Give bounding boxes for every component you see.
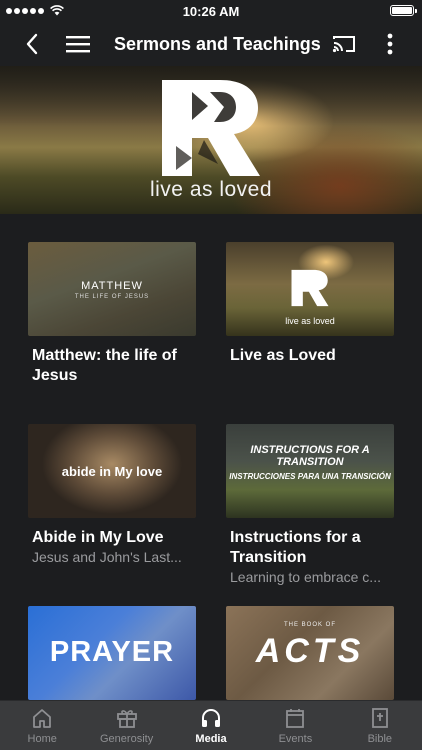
thumbnail-title: INSTRUCTIONS FOR A TRANSITION [250, 444, 370, 468]
sermon-thumbnail: THE BOOK OF ACTS [226, 606, 394, 700]
headphones-icon [202, 709, 221, 727]
tab-label: Bible [367, 733, 393, 745]
tab-label: Generosity [100, 733, 154, 745]
nav-bar: Sermons and Teachings [0, 22, 422, 66]
thumbnail-title: abide in My love [61, 464, 163, 479]
tab-generosity[interactable]: Generosity [84, 701, 168, 750]
sermon-thumbnail: INSTRUCTIONS FOR A TRANSITION INSTRUCCIO… [226, 424, 394, 518]
sermon-card-acts[interactable]: THE BOOK OF ACTS [226, 606, 394, 700]
card-title: Live as Loved [230, 347, 336, 364]
sermon-thumbnail: PRAYER [28, 606, 196, 700]
menu-button[interactable] [58, 22, 98, 66]
cast-button[interactable] [324, 22, 364, 66]
sermon-thumbnail: live as loved [226, 242, 394, 336]
hero-banner[interactable]: live as loved [0, 66, 422, 214]
sermon-card-prayer[interactable]: PRAYER [28, 606, 196, 700]
tab-home[interactable]: Home [0, 701, 84, 750]
tab-label: Events [278, 733, 313, 745]
cast-icon [332, 36, 355, 53]
card-title: Instructions for a Transition [230, 529, 361, 566]
sermon-card-abide[interactable]: abide in My love Abide in My Love Jesus … [28, 424, 196, 566]
card-subtitle: Jesus and John's Last... [32, 549, 182, 565]
chevron-left-icon [26, 33, 38, 55]
tab-events[interactable]: Events [253, 701, 337, 750]
page-title: Sermons and Teachings [114, 34, 321, 54]
thumbnail-subtitle: INSTRUCCIONES PARA UNA TRANSICIÓN [229, 472, 391, 481]
hero-tagline: live as loved [149, 178, 273, 201]
thumbnail-subtitle: THE LIFE OF JESUS [74, 294, 150, 300]
calendar-icon [286, 709, 305, 728]
battery-icon [390, 5, 417, 16]
sermon-card-matthew[interactable]: MATTHEW THE LIFE OF JESUS Matthew: the l… [28, 242, 196, 386]
home-icon [33, 709, 52, 728]
thumbnail-title: MATTHEW [81, 280, 143, 292]
more-vertical-icon [387, 33, 393, 55]
series-logo-icon [291, 269, 329, 307]
card-title: Abide in My Love [32, 529, 164, 546]
tab-media[interactable]: Media [169, 701, 253, 750]
series-logo-icon [162, 80, 260, 176]
tab-label: Home [27, 733, 57, 745]
sermon-card-live-as-loved[interactable]: live as loved Live as Loved [226, 242, 394, 366]
tab-bible[interactable]: Bible [338, 701, 422, 750]
sermon-thumbnail: MATTHEW THE LIFE OF JESUS [28, 242, 196, 336]
tab-label: Media [195, 733, 227, 745]
sermon-card-instructions[interactable]: INSTRUCTIONS FOR A TRANSITION INSTRUCCIO… [226, 424, 394, 586]
more-options-button[interactable] [370, 22, 410, 66]
thumbnail-title: ACTS [255, 632, 365, 670]
sermon-thumbnail: abide in My love [28, 424, 196, 518]
thumbnail-subtitle: THE BOOK OF [283, 622, 336, 628]
status-bar: 10:26 AM [0, 0, 422, 22]
tab-bar: Home Generosity Media Events Bible [0, 700, 422, 750]
thumbnail-title: PRAYER [49, 636, 175, 668]
card-subtitle: Learning to embrace c... [230, 569, 381, 585]
hamburger-icon [66, 36, 90, 53]
gift-icon [116, 710, 137, 728]
back-button[interactable] [12, 22, 52, 66]
card-title: Matthew: the life of Jesus [32, 347, 177, 384]
bible-icon [371, 708, 388, 728]
thumbnail-title: live as loved [285, 316, 335, 326]
sermon-grid: MATTHEW THE LIFE OF JESUS Matthew: the l… [0, 214, 422, 700]
status-time: 10:26 AM [182, 4, 240, 19]
